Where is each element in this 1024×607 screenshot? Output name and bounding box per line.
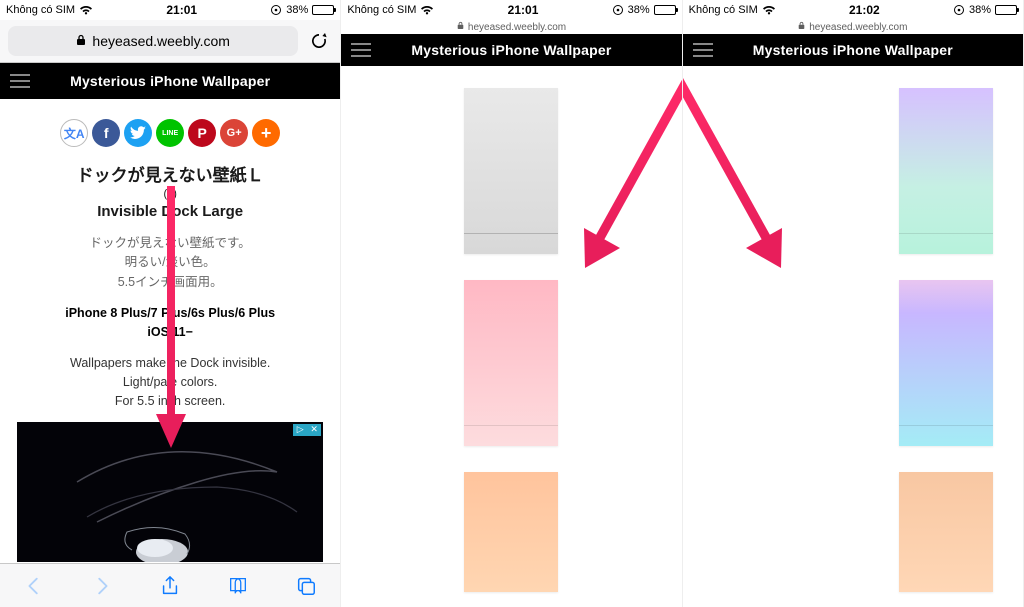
facebook-icon[interactable]: f bbox=[92, 119, 120, 147]
wallpaper-thumb-peach[interactable] bbox=[899, 472, 993, 592]
hamburger-icon[interactable] bbox=[693, 43, 713, 57]
screen-3: Không có SIM 21:02 38% heyeased.weebly.c… bbox=[683, 0, 1024, 607]
site-title: Mysterious iPhone Wallpaper bbox=[341, 42, 681, 58]
social-row: 文A f LINE P G+ + bbox=[12, 119, 328, 147]
share-icon[interactable]: + bbox=[252, 119, 280, 147]
status-bar: Không có SIM 21:02 38% bbox=[683, 0, 1023, 20]
battery-icon bbox=[654, 5, 676, 15]
desc-jp-2: 明るい/淡い色。 bbox=[12, 253, 328, 272]
lock-icon bbox=[798, 21, 805, 33]
wallpaper-thumb-cyan[interactable] bbox=[899, 280, 993, 446]
desc-jp: ドックが見えない壁紙です。 明るい/淡い色。 5.5インチ画面用。 bbox=[12, 234, 328, 292]
page-content: 文A f LINE P G+ + ドックが見えない壁紙Ｌ (1) Invisib… bbox=[0, 99, 340, 562]
desc-en: Wallpapers make the Dock invisible. Ligh… bbox=[12, 354, 328, 412]
device-info: iPhone 8 Plus/7 Plus/6s Plus/6 Plus iOS … bbox=[12, 304, 328, 342]
status-left: Không có SIM bbox=[689, 4, 776, 16]
wallpaper-thumb-mint[interactable] bbox=[899, 88, 993, 254]
battery-percent: 38% bbox=[628, 4, 650, 16]
status-right: 38% bbox=[953, 4, 1017, 16]
lock-icon bbox=[457, 21, 464, 33]
desc-jp-1: ドックが見えない壁紙です。 bbox=[12, 234, 328, 253]
title-jp: ドックが見えない壁紙Ｌ bbox=[12, 161, 328, 186]
back-button[interactable] bbox=[22, 574, 46, 598]
wallpaper-thumb-gray[interactable] bbox=[464, 88, 558, 254]
car-illustration bbox=[17, 422, 323, 562]
status-time: 21:01 bbox=[508, 3, 539, 17]
pinterest-icon[interactable]: P bbox=[188, 119, 216, 147]
ad-banner[interactable]: ▷ ✕ bbox=[17, 422, 323, 562]
desc-en-1: Wallpapers make the Dock invisible. bbox=[12, 354, 328, 373]
battery-icon bbox=[312, 5, 334, 15]
wallpaper-list bbox=[683, 66, 1023, 592]
wallpaper-thumb-orange[interactable] bbox=[464, 472, 558, 592]
subtitle: (1) bbox=[12, 188, 328, 200]
googleplus-icon[interactable]: G+ bbox=[220, 119, 248, 147]
desc-en-3: For 5.5 inch screen. bbox=[12, 392, 328, 411]
carrier-text: Không có SIM bbox=[6, 4, 75, 16]
site-header: Mysterious iPhone Wallpaper bbox=[341, 34, 681, 66]
forward-button[interactable] bbox=[90, 574, 114, 598]
battery-icon bbox=[995, 5, 1017, 15]
mini-address-bar[interactable]: heyeased.weebly.com bbox=[341, 20, 681, 34]
location-icon bbox=[953, 4, 965, 16]
carrier-text: Không có SIM bbox=[347, 4, 416, 16]
site-title: Mysterious iPhone Wallpaper bbox=[0, 73, 340, 89]
share-button[interactable] bbox=[158, 574, 182, 598]
status-left: Không có SIM bbox=[6, 4, 93, 16]
url-text: heyeased.weebly.com bbox=[809, 22, 907, 33]
safari-address-bar: heyeased.weebly.com bbox=[0, 20, 340, 63]
wifi-icon bbox=[79, 5, 93, 15]
url-text: heyeased.weebly.com bbox=[92, 33, 229, 49]
desc-jp-3: 5.5インチ画面用。 bbox=[12, 273, 328, 292]
lock-icon bbox=[76, 33, 86, 49]
safari-toolbar bbox=[0, 563, 340, 607]
hamburger-icon[interactable] bbox=[351, 43, 371, 57]
status-time: 21:02 bbox=[849, 3, 880, 17]
site-title: Mysterious iPhone Wallpaper bbox=[683, 42, 1023, 58]
location-icon bbox=[270, 4, 282, 16]
screen-1: Không có SIM 21:01 38% heyeased.weebly.c… bbox=[0, 0, 341, 607]
mini-address-bar[interactable]: heyeased.weebly.com bbox=[683, 20, 1023, 34]
status-right: 38% bbox=[270, 4, 334, 16]
carrier-text: Không có SIM bbox=[689, 4, 758, 16]
screen-2: Không có SIM 21:01 38% heyeased.weebly.c… bbox=[341, 0, 682, 607]
device-line2: iOS 11− bbox=[12, 323, 328, 342]
bookmarks-button[interactable] bbox=[226, 574, 250, 598]
wallpaper-thumb-pink[interactable] bbox=[464, 280, 558, 446]
url-text: heyeased.weebly.com bbox=[468, 22, 566, 33]
status-bar: Không có SIM 21:01 38% bbox=[0, 0, 340, 20]
tabs-button[interactable] bbox=[294, 574, 318, 598]
twitter-icon[interactable] bbox=[124, 119, 152, 147]
hamburger-icon[interactable] bbox=[10, 74, 30, 88]
battery-percent: 38% bbox=[286, 4, 308, 16]
reload-button[interactable] bbox=[306, 28, 332, 54]
location-icon bbox=[612, 4, 624, 16]
url-field[interactable]: heyeased.weebly.com bbox=[8, 26, 298, 56]
status-left: Không có SIM bbox=[347, 4, 434, 16]
site-header: Mysterious iPhone Wallpaper bbox=[0, 63, 340, 99]
status-time: 21:01 bbox=[166, 3, 197, 17]
wifi-icon bbox=[762, 5, 776, 15]
site-header: Mysterious iPhone Wallpaper bbox=[683, 34, 1023, 66]
line-icon[interactable]: LINE bbox=[156, 119, 184, 147]
status-right: 38% bbox=[612, 4, 676, 16]
wallpaper-list bbox=[341, 66, 681, 592]
device-line1: iPhone 8 Plus/7 Plus/6s Plus/6 Plus bbox=[12, 304, 328, 323]
wifi-icon bbox=[420, 5, 434, 15]
battery-percent: 38% bbox=[969, 4, 991, 16]
title-en: Invisible Dock Large bbox=[12, 203, 328, 220]
status-bar: Không có SIM 21:01 38% bbox=[341, 0, 681, 20]
translate-icon[interactable]: 文A bbox=[60, 119, 88, 147]
desc-en-2: Light/pale colors. bbox=[12, 373, 328, 392]
